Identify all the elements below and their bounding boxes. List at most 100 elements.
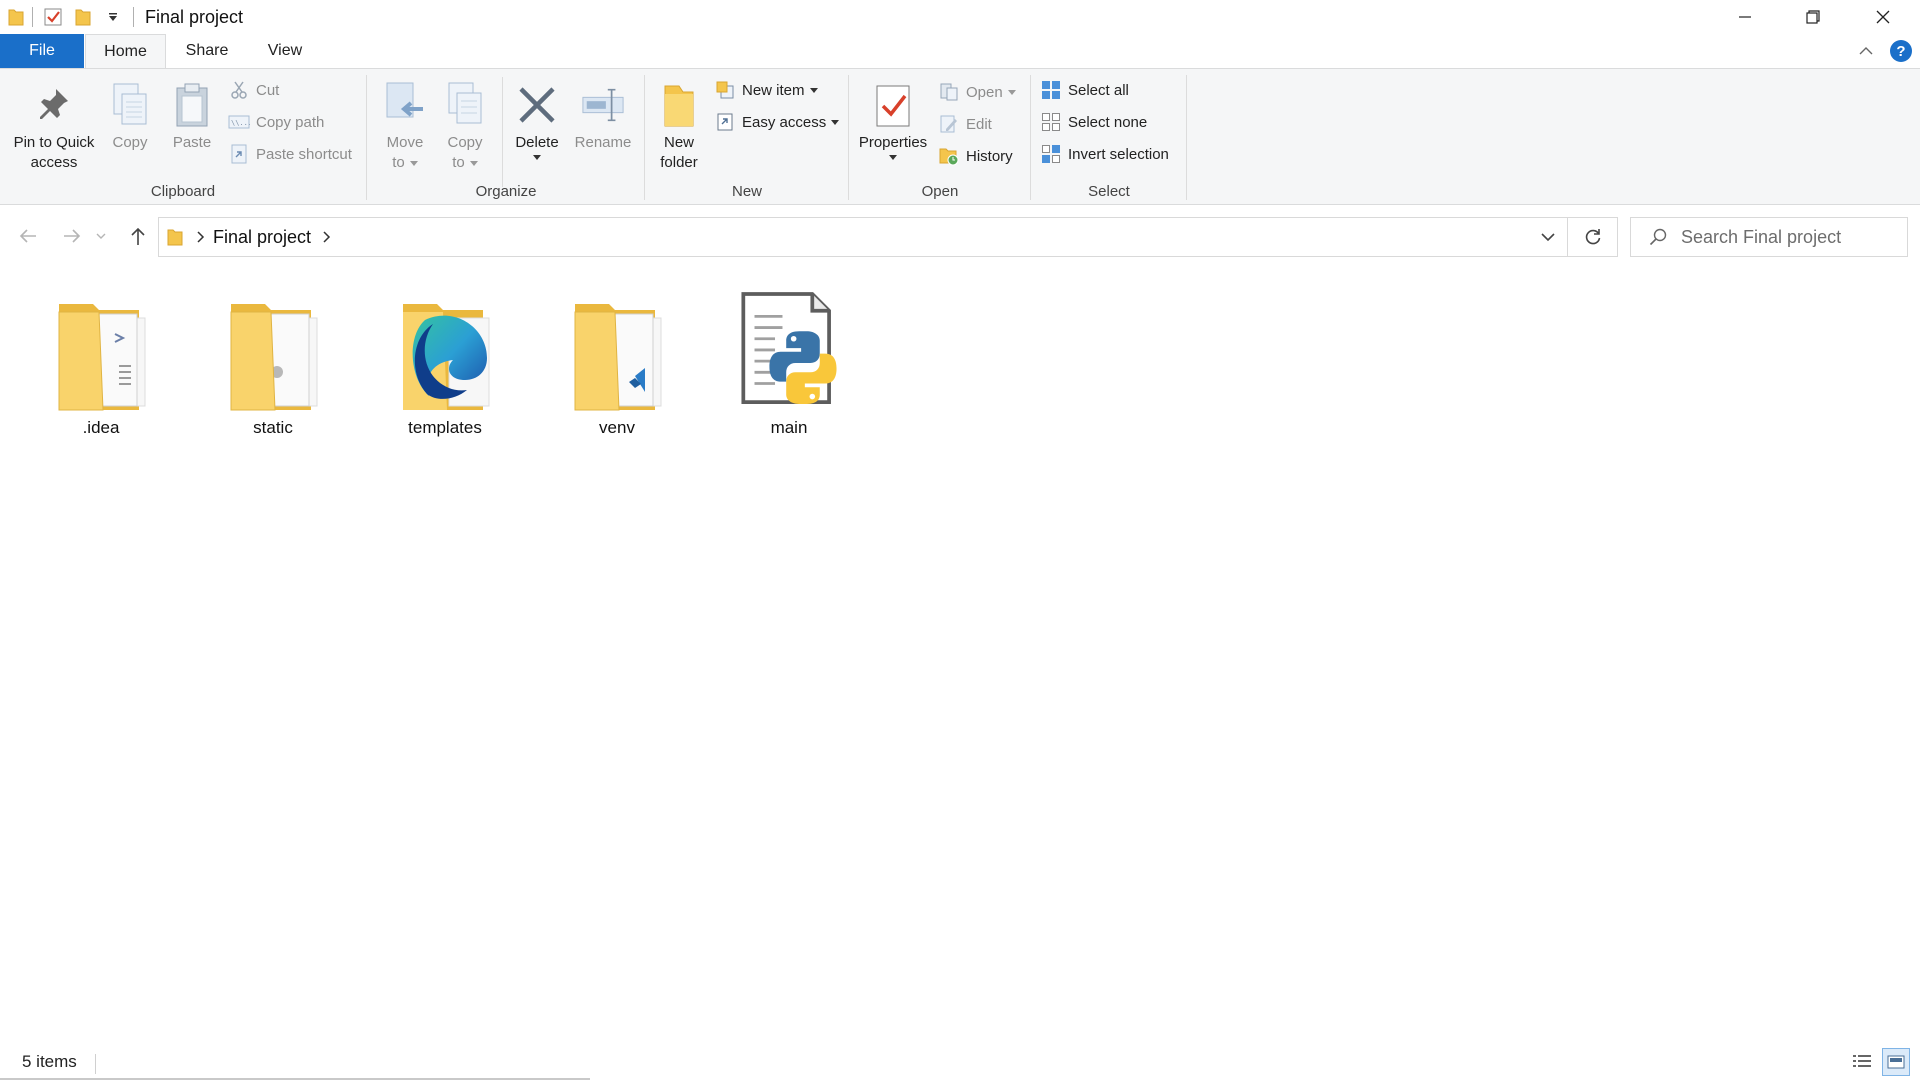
ribbon-tabs: File Home Share View ? — [0, 34, 1920, 69]
address-history-dropdown-icon[interactable] — [1533, 222, 1563, 252]
details-view-button[interactable] — [1848, 1048, 1876, 1076]
folder-item-venv[interactable]: venv — [547, 284, 687, 438]
new-folder-quick-icon[interactable] — [71, 5, 95, 29]
edit-label: Edit — [966, 115, 992, 133]
easy-access-icon — [714, 111, 736, 133]
back-button[interactable] — [12, 220, 44, 252]
copy-to-label-text: to — [452, 154, 465, 171]
paste-button[interactable]: Paste — [168, 79, 216, 153]
address-bar[interactable]: Final project — [158, 217, 1568, 257]
new-folder-label-line2: folder — [660, 154, 698, 171]
copy-path-button[interactable]: \\... Copy path — [228, 109, 324, 135]
edit-pencil-icon — [938, 113, 960, 135]
pin-to-quick-access-button[interactable]: Pin to Quick access — [8, 79, 100, 173]
collapse-ribbon-icon[interactable] — [1854, 39, 1878, 63]
select-none-button[interactable]: Select none — [1040, 109, 1147, 135]
folder-item-static[interactable]: static — [203, 284, 343, 438]
rename-label: Rename — [574, 134, 632, 151]
new-group-label: New — [731, 183, 762, 200]
paste-shortcut-icon — [228, 143, 250, 165]
large-icons-view-button[interactable] — [1882, 1048, 1910, 1076]
restore-button[interactable] — [1778, 0, 1848, 34]
properties-button[interactable]: Properties — [856, 79, 930, 160]
new-item-label: New item — [742, 81, 805, 99]
history-button[interactable]: History — [938, 143, 1013, 169]
quick-access-toolbar — [4, 5, 142, 29]
move-to-icon — [383, 79, 427, 131]
svg-text:\\...: \\... — [231, 119, 250, 127]
select-all-icon — [1040, 79, 1062, 101]
properties-label: Properties — [858, 134, 928, 151]
minimize-button[interactable] — [1710, 0, 1780, 34]
chevron-right-icon[interactable] — [323, 231, 331, 243]
item-name: main — [770, 418, 808, 437]
move-to-label-line2: to — [392, 153, 418, 173]
move-to-button[interactable]: Move to — [380, 79, 430, 173]
move-to-label-text: to — [392, 154, 405, 171]
tab-view[interactable]: View — [250, 34, 320, 68]
item-name: static — [253, 418, 293, 437]
properties-dropdown-icon[interactable] — [889, 155, 897, 160]
delete-label: Delete — [515, 134, 559, 151]
tab-share[interactable]: Share — [172, 34, 242, 68]
status-divider — [95, 1054, 96, 1074]
cut-button[interactable]: Cut — [228, 77, 279, 103]
copy-to-button[interactable]: Copy to — [440, 79, 490, 173]
folder-icon — [46, 284, 156, 414]
folder-icon — [562, 284, 672, 414]
delete-dropdown-icon[interactable] — [533, 155, 541, 160]
paste-shortcut-button[interactable]: Paste shortcut — [228, 141, 352, 167]
open-group-label: Open — [921, 183, 959, 200]
new-folder-button[interactable]: New folder — [654, 79, 704, 173]
invert-selection-icon — [1040, 143, 1062, 165]
help-icon[interactable]: ? — [1890, 40, 1912, 62]
folder-item-templates[interactable]: templates — [375, 284, 515, 438]
toolbar-divider — [133, 7, 134, 27]
folder-item-idea[interactable]: .idea — [31, 284, 171, 438]
tab-home[interactable]: Home — [85, 34, 166, 69]
copy-path-icon: \\... — [228, 111, 250, 133]
open-button[interactable]: Open — [938, 79, 1016, 105]
file-item-main[interactable]: main — [719, 284, 859, 438]
up-button[interactable] — [122, 220, 154, 252]
select-group: Select all Select none Invert selection … — [1032, 69, 1186, 206]
forward-button[interactable] — [56, 220, 88, 252]
organize-group: Move to Copy to Delete Rename Organize — [368, 69, 644, 206]
new-group: New folder New item Easy access New — [646, 69, 848, 206]
paste-label: Paste — [172, 134, 212, 151]
close-button[interactable] — [1848, 0, 1918, 34]
history-label: History — [966, 147, 1013, 165]
folder-app-icon — [4, 5, 28, 29]
navigation-bar: Final project — [0, 212, 1920, 260]
rename-icon — [581, 79, 625, 131]
item-count: 5 items — [22, 1052, 77, 1071]
pin-label-line1: Pin to Quick — [13, 134, 95, 151]
invert-selection-button[interactable]: Invert selection — [1040, 141, 1169, 167]
new-folder-label-line1: New — [663, 134, 694, 151]
edit-button[interactable]: Edit — [938, 111, 992, 137]
new-item-button[interactable]: New item — [714, 77, 818, 103]
copy-to-label-line1: Copy — [447, 134, 483, 151]
delete-button[interactable]: Delete — [512, 79, 562, 160]
select-all-button[interactable]: Select all — [1040, 77, 1129, 103]
easy-access-button[interactable]: Easy access — [714, 109, 840, 135]
item-name: venv — [599, 418, 635, 437]
recent-locations-dropdown-icon[interactable] — [92, 220, 110, 252]
pin-icon — [32, 79, 76, 131]
properties-quick-icon[interactable] — [41, 5, 65, 29]
tab-file[interactable]: File — [0, 34, 84, 68]
window-title: Final project — [145, 7, 244, 27]
copy-button[interactable]: Copy — [106, 79, 154, 153]
clipboard-group-label: Clipboard — [150, 183, 216, 200]
new-item-icon — [714, 79, 736, 101]
search-box[interactable] — [1630, 217, 1908, 257]
group-divider — [1030, 75, 1031, 200]
rename-button[interactable]: Rename — [570, 79, 636, 153]
chevron-right-icon[interactable] — [197, 231, 205, 243]
search-input[interactable] — [1681, 226, 1901, 248]
breadcrumb-final-project[interactable]: Final project — [213, 227, 311, 248]
refresh-button[interactable] — [1568, 217, 1618, 257]
item-name: .idea — [82, 418, 120, 437]
open-label: Open — [966, 83, 1003, 101]
customize-toolbar-dropdown-icon[interactable] — [101, 5, 125, 29]
